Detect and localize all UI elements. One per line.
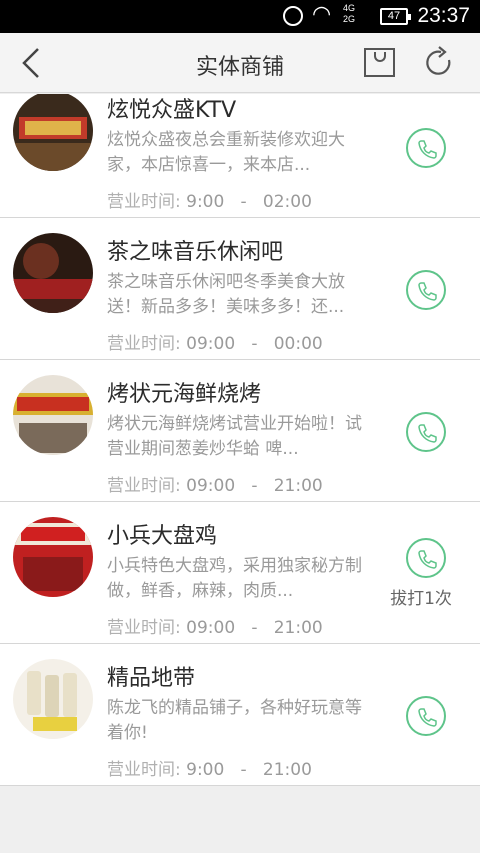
refresh-icon — [426, 46, 451, 75]
shopping-bag-icon — [374, 52, 386, 62]
close-time: 02:00 — [262, 192, 312, 212]
shop-name: 炫悦众盛KTV — [107, 98, 237, 123]
hours-separator: - — [251, 618, 258, 638]
close-time: 21:00 — [273, 618, 323, 638]
shop-name: 小兵大盘鸡 — [107, 524, 218, 549]
phone-icon — [418, 424, 437, 443]
status-time: 23:37 — [417, 4, 470, 27]
shop-name: 茶之味音乐休闲吧 — [107, 240, 284, 265]
phone-icon — [418, 550, 437, 569]
close-time: 00:00 — [273, 334, 323, 354]
open-time: 9:00 — [186, 760, 225, 780]
shop-item[interactable]: 烤状元海鲜烧烤 烤状元海鲜烧烤试营业开始啦！试营业期间葱姜炒华蛤 啤... 营业… — [0, 360, 480, 502]
shop-description: 烤状元海鲜烧烤试营业开始啦！试营业期间葱姜炒华蛤 啤... — [107, 414, 362, 459]
battery-icon: 47 — [380, 8, 411, 25]
shop-list[interactable]: 炫悦众盛KTV 炫悦众盛夜总会重新装修欢迎大家，本店惊喜一，来本店... 营业时… — [0, 94, 480, 786]
shop-name: 精品地带 — [107, 666, 196, 691]
phone-icon — [418, 708, 437, 727]
network-type-bottom: 2G — [343, 14, 356, 24]
shop-description: 茶之味音乐休闲吧冬季美食大放送！新品多多！美味多多！还... — [107, 272, 345, 317]
shop-avatar — [13, 659, 93, 739]
open-time: 9:00 — [186, 192, 225, 212]
call-button[interactable] — [406, 128, 446, 168]
hours-separator: - — [240, 760, 247, 780]
business-hours: 营业时间: 09:00 - 21:00 — [107, 613, 323, 638]
shop-description: 陈龙飞的精品铺子，各种好玩意等着你! — [107, 698, 362, 743]
hours-label: 营业时间: — [107, 618, 181, 638]
shop-avatar — [13, 233, 93, 313]
shop-avatar — [13, 94, 93, 171]
hours-label: 营业时间: — [107, 476, 181, 496]
refresh-button[interactable] — [423, 46, 455, 80]
shop-avatar — [13, 375, 93, 455]
shop-description: 小兵特色大盘鸡，采用独家秘方制做，鲜香，麻辣，肉质... — [107, 556, 362, 601]
shop-description: 炫悦众盛夜总会重新装修欢迎大家，本店惊喜一，来本店... — [107, 130, 345, 175]
business-hours: 营业时间: 09:00 - 21:00 — [107, 471, 323, 496]
open-time: 09:00 — [186, 334, 236, 354]
signal-icon: 4G 2G — [343, 3, 355, 25]
shop-avatar — [13, 517, 93, 597]
call-button[interactable] — [406, 696, 446, 736]
open-time: 09:00 — [186, 476, 236, 496]
nav-bar: 实体商铺 — [0, 33, 480, 93]
call-button[interactable] — [406, 412, 446, 452]
close-time: 21:00 — [273, 476, 323, 496]
page-title: 实体商铺 — [195, 55, 284, 80]
cart-button[interactable] — [364, 48, 395, 77]
alarm-icon — [283, 6, 303, 26]
hours-separator: - — [251, 476, 258, 496]
business-hours: 营业时间: 9:00 - 21:00 — [107, 755, 312, 780]
shop-item[interactable]: 小兵大盘鸡 小兵特色大盘鸡，采用独家秘方制做，鲜香，麻辣，肉质... 营业时间:… — [0, 502, 480, 644]
battery-level: 47 — [387, 10, 401, 22]
hours-label: 营业时间: — [107, 192, 181, 212]
hours-label: 营业时间: — [107, 334, 181, 354]
shop-item[interactable]: 精品地带 陈龙飞的精品铺子，各种好玩意等着你! 营业时间: 9:00 - 21:… — [0, 644, 480, 786]
call-count: 拔打1次 — [390, 589, 452, 609]
call-button[interactable] — [406, 270, 446, 310]
close-time: 21:00 — [262, 760, 312, 780]
network-type-top: 4G — [343, 3, 356, 13]
open-time: 09:00 — [186, 618, 236, 638]
hours-separator: - — [240, 192, 247, 212]
hours-separator: - — [251, 334, 258, 354]
business-hours: 营业时间: 9:00 - 02:00 — [107, 187, 312, 212]
shop-item[interactable]: 茶之味音乐休闲吧 茶之味音乐休闲吧冬季美食大放送！新品多多！美味多多！还... … — [0, 218, 480, 360]
hours-label: 营业时间: — [107, 760, 181, 780]
shop-name: 烤状元海鲜烧烤 — [107, 382, 262, 407]
phone-icon — [418, 140, 437, 159]
business-hours: 营业时间: 09:00 - 00:00 — [107, 329, 323, 354]
call-button[interactable] — [406, 538, 446, 578]
wifi-icon: ◠ — [312, 2, 332, 27]
status-bar: ◠ 4G 2G 47 23:37 — [0, 0, 480, 33]
shop-item[interactable]: 炫悦众盛KTV 炫悦众盛夜总会重新装修欢迎大家，本店惊喜一，来本店... 营业时… — [0, 94, 480, 218]
phone-icon — [418, 282, 437, 301]
